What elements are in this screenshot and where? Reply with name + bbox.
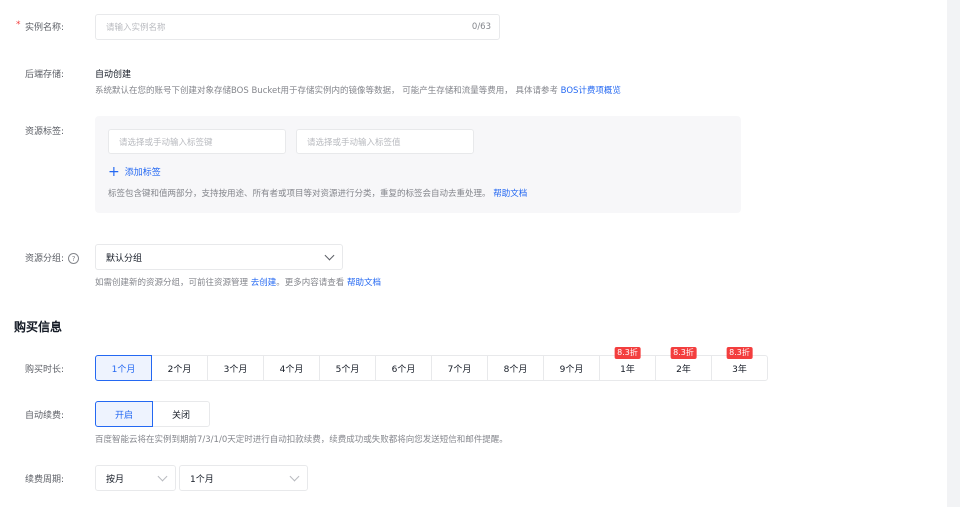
resource-tags-label: 资源标签:	[25, 127, 65, 137]
autorenew-on-button[interactable]: 开启	[95, 401, 153, 427]
chevron-down-icon	[157, 471, 168, 482]
duration-option-label: 7个月	[447, 364, 472, 375]
duration-option-label: 6个月	[391, 364, 416, 375]
backend-storage-hint-text: 系统默认在您的账号下创建对象存储BOS Bucket用于存储实例内的镜像等数据，…	[95, 86, 561, 96]
tag-value-placeholder: 请选择或手动输入标签值	[307, 137, 401, 148]
duration-option[interactable]: 3年 8.3折	[711, 347, 768, 381]
autorenew-toggle: 开启 关闭	[95, 401, 210, 427]
instance-name-input[interactable]: 请输入实例名称 0/63	[95, 14, 500, 40]
renew-unit-select[interactable]: 按月	[95, 465, 176, 491]
duration-option[interactable]: 1年 8.3折	[599, 347, 656, 381]
resource-group-hint-mid: 。更多内容请查看	[276, 278, 347, 288]
renew-unit-selected: 按月	[106, 474, 125, 485]
duration-option[interactable]: 1个月	[95, 355, 152, 381]
renew-length-select[interactable]: 1个月	[179, 465, 308, 491]
chevron-down-icon	[324, 250, 335, 261]
duration-option-label: 5个月	[335, 364, 360, 375]
resource-group-label-text: 资源分组:	[25, 254, 65, 264]
duration-label: 购买时长:	[25, 365, 65, 375]
duration-option[interactable]: 5个月	[319, 355, 376, 381]
duration-option-label: 9个月	[559, 364, 584, 375]
discount-badge: 8.3折	[614, 347, 641, 359]
add-tag-button[interactable]: + 添加标签	[108, 163, 161, 180]
duration-option[interactable]: 7个月	[431, 355, 488, 381]
duration-option-label: 2年	[676, 364, 691, 375]
duration-option-label: 1年	[620, 364, 635, 375]
duration-option-label: 3年	[732, 364, 747, 375]
resource-group-label: 资源分组:?	[25, 251, 80, 264]
chevron-down-icon	[289, 471, 300, 482]
resource-group-selected: 默认分组	[106, 253, 143, 264]
autorenew-label: 自动续费:	[25, 411, 65, 421]
duration-option[interactable]: 2个月	[151, 355, 208, 381]
duration-option-label: 2个月	[167, 364, 192, 375]
resource-group-hint: 如需创建新的资源分组，可前往资源管理 去创建。更多内容请查看 帮助文档	[95, 276, 381, 288]
duration-option-label: 4个月	[279, 364, 304, 375]
resource-group-hint-pre: 如需创建新的资源分组，可前往资源管理	[95, 278, 251, 288]
question-circle-icon[interactable]: ?	[68, 253, 80, 264]
resource-tags-hint: 标签包含键和值两部分，支持按用途、所有者或项目等对资源进行分类，重复的标签会自动…	[108, 187, 527, 199]
required-marker: *	[16, 20, 21, 30]
instance-name-counter: 0/63	[471, 22, 491, 32]
duration-option[interactable]: 9个月	[543, 355, 600, 381]
bos-billing-link[interactable]: BOS计费项概览	[561, 86, 621, 96]
purchase-section-title: 购买信息	[14, 320, 63, 334]
autorenew-hint: 百度智能云将在实例到期前7/3/1/0天定时进行自动扣款续费，续费成功或失败都将…	[95, 435, 508, 445]
instance-name-label-text: 实例名称:	[25, 23, 65, 33]
duration-option-label: 3个月	[223, 364, 248, 375]
tag-key-placeholder: 请选择或手动输入标签键	[119, 137, 213, 148]
renew-length-selected: 1个月	[190, 474, 214, 485]
duration-option[interactable]: 2年 8.3折	[655, 347, 712, 381]
backend-storage-hint: 系统默认在您的账号下创建对象存储BOS Bucket用于存储实例内的镜像等数据，…	[95, 84, 621, 96]
duration-option[interactable]: 3个月	[207, 355, 264, 381]
group-help-link[interactable]: 帮助文档	[347, 278, 381, 288]
add-tag-label: 添加标签	[124, 168, 161, 178]
resource-group-select[interactable]: 默认分组	[95, 244, 343, 270]
discount-badge: 8.3折	[726, 347, 753, 359]
renew-period-label: 续费周期:	[25, 475, 65, 485]
backend-storage-value: 自动创建	[95, 70, 132, 80]
duration-option[interactable]: 4个月	[263, 355, 320, 381]
autorenew-off-button[interactable]: 关闭	[152, 401, 210, 427]
duration-option-label: 8个月	[503, 364, 528, 375]
tag-key-input[interactable]: 请选择或手动输入标签键	[108, 129, 286, 154]
instance-name-placeholder: 请输入实例名称	[106, 23, 166, 33]
discount-badge: 8.3折	[670, 347, 697, 359]
tag-value-input[interactable]: 请选择或手动输入标签值	[296, 129, 474, 154]
duration-option[interactable]: 8个月	[487, 355, 544, 381]
tags-help-link[interactable]: 帮助文档	[493, 189, 527, 199]
scrollbar-track[interactable]	[947, 0, 960, 507]
resource-tags-hint-text: 标签包含键和值两部分，支持按用途、所有者或项目等对资源进行分类，重复的标签会自动…	[108, 189, 494, 199]
backend-storage-label: 后端存储:	[25, 70, 65, 80]
duration-option-label: 1个月	[111, 364, 136, 375]
create-group-link[interactable]: 去创建	[251, 278, 277, 288]
duration-selector: 1个月 2个月 3个月 4个月 5个月 6个月 7个月 8个月 9个月 1年 8.3折 2年 8.3折 3…	[95, 347, 768, 381]
duration-option[interactable]: 6个月	[375, 355, 432, 381]
instance-name-label: * 实例名称:	[16, 20, 65, 33]
plus-icon: +	[108, 163, 120, 180]
